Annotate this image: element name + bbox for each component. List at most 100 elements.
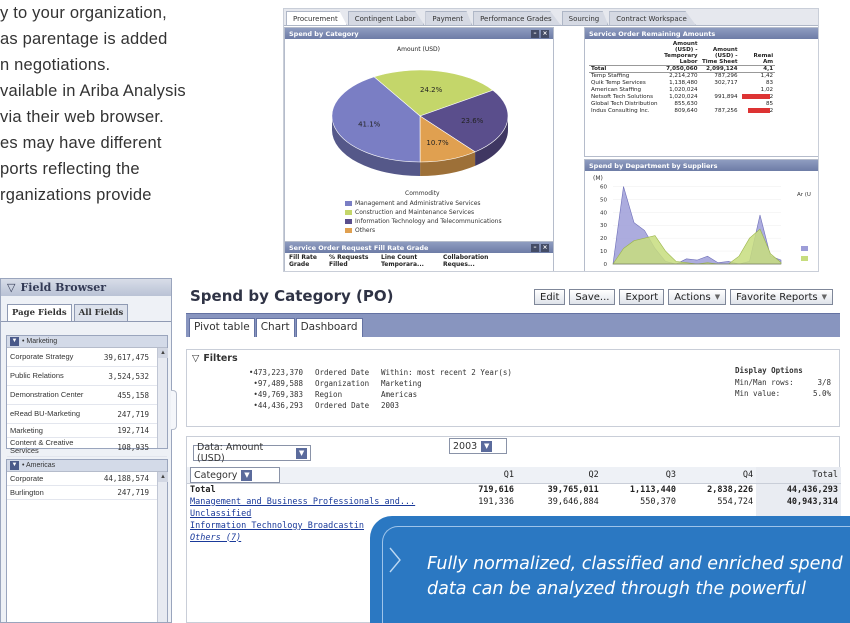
tab-chart[interactable]: Chart — [255, 318, 295, 337]
min-value-value: 5.0% — [812, 389, 831, 398]
filter-row[interactable]: •44,436,293 Ordered Date 2003 — [197, 401, 399, 410]
field-value-row[interactable]: Corporate Strategy 39,617,475 — [7, 348, 167, 367]
table-cell: 2 — [740, 94, 776, 101]
table-cell: Temp Staffing — [591, 73, 630, 80]
pane-title: Service Order Request Fill Rate Grade — [289, 243, 429, 252]
pane-header: Spend by Category – × — [285, 28, 553, 39]
group-header[interactable]: ▼ • Americas — [7, 460, 167, 472]
min-max-rows-label: Min/Man rows: — [735, 378, 794, 387]
dashboard-tab[interactable]: Contingent Labor — [347, 11, 425, 25]
export-button[interactable]: Export — [619, 289, 665, 305]
dashboard-tab[interactable]: Sourcing — [561, 11, 609, 25]
category-select-value: Category — [194, 469, 238, 481]
close-icon[interactable]: × — [541, 243, 549, 252]
scrollbar[interactable]: ▲ — [157, 472, 168, 622]
column-header[interactable]: Q1 — [455, 467, 518, 484]
minimize-icon[interactable]: – — [531, 243, 539, 252]
expand-icon[interactable]: ▼ — [10, 461, 19, 470]
table-cell: 1,113,440 — [629, 484, 676, 495]
chevron-down-icon: ▼ — [821, 293, 828, 301]
chevron-down-icon[interactable]: ▼ — [296, 447, 307, 459]
chevron-down-icon[interactable]: ▼ — [481, 440, 493, 452]
group-header[interactable]: ▼ • Marketing — [7, 336, 167, 348]
field-value-amount: 247,719 — [117, 409, 149, 419]
chart-label: Amount (USD) — [397, 46, 440, 53]
side-label: Ar (U — [797, 192, 811, 198]
field-value-row[interactable]: Demonstration Center 455,158 — [7, 386, 167, 405]
field-value-row[interactable]: Content & Creative Services 108,935 — [7, 438, 167, 457]
field-value-amount: 3,524,532 — [108, 371, 149, 381]
minimize-icon[interactable]: – — [531, 29, 539, 38]
y-tick-label: 0 — [604, 262, 608, 268]
table-row: American Staffing 1,020,024 1,02 — [589, 87, 775, 94]
field-browser-header[interactable]: ▽ Field Browser — [1, 279, 171, 296]
field-value-row[interactable]: Public Relations 3,524,532 — [7, 367, 167, 386]
field-value-row[interactable]: Marketing 192,714 — [7, 424, 167, 438]
table-row: Total 7,050,060 2,099,124 4,1 — [589, 65, 776, 73]
pane-title: Service Order Remaining Amounts — [589, 29, 716, 38]
save-button[interactable]: Save... — [569, 289, 616, 305]
table-cell: 1,020,024 — [669, 87, 698, 93]
cell-value: 2 — [769, 94, 774, 100]
actions-menu-button[interactable]: Actions ▼ — [668, 289, 727, 305]
table-cell: 1,138,480 — [669, 80, 698, 86]
dashboard-tab[interactable]: Performance Grades — [473, 11, 561, 25]
table-header-cell: Remai Am — [753, 53, 774, 65]
cell-value: 1,02 — [760, 87, 774, 93]
tab-page-fields[interactable]: Page Fields — [7, 304, 72, 321]
filters-header[interactable]: ▽ Filters — [187, 350, 839, 367]
table-cell: 550,370 — [640, 496, 676, 507]
display-options-title[interactable]: Display Options — [735, 366, 831, 375]
pie-slice-label: 23.6% — [461, 117, 484, 125]
field-value-label: Marketing — [10, 425, 43, 435]
expand-icon[interactable]: ▼ — [10, 337, 19, 346]
row-label-link[interactable]: Management and Business Professionals an… — [187, 496, 455, 508]
dashboard-tab[interactable]: Procurement — [286, 11, 347, 25]
tab-pivot-table[interactable]: Pivot table — [189, 318, 255, 337]
column-header[interactable]: Q3 — [601, 467, 679, 484]
prose-line: y to your organization, — [0, 4, 167, 22]
scroll-up-icon[interactable]: ▲ — [158, 348, 168, 358]
field-value-row[interactable]: eRead BU-Marketing 247,719 — [7, 405, 167, 424]
tab-dashboard[interactable]: Dashboard — [295, 318, 363, 337]
favorite-reports-button[interactable]: Favorite Reports ▼ — [730, 289, 834, 305]
filter-amount: •49,769,383 — [253, 390, 303, 399]
legend-swatch — [345, 201, 352, 206]
callout-box: Fully normalized, classified and enriche… — [370, 516, 850, 623]
field-value-amount: 44,188,574 — [103, 474, 149, 483]
table-cell: 2,214,270 — [669, 73, 698, 80]
panel-resize-handle[interactable] — [171, 390, 177, 430]
year-select[interactable]: 2003 ▼ — [449, 438, 507, 454]
column-header[interactable]: Total — [756, 467, 841, 484]
column-header[interactable]: Q2 — [517, 467, 602, 484]
dashboard-tab[interactable]: Contract Workspace — [609, 11, 696, 25]
negative-bar — [741, 94, 770, 99]
spend-by-category-pane: Spend by Category – × Amount (USD) 24.2% 2… — [284, 27, 554, 247]
scroll-up-icon[interactable]: ▲ — [158, 472, 168, 482]
prose-line: es may have different — [0, 134, 162, 152]
table-cell: 2,099,124 — [699, 65, 740, 73]
actions-label: Actions — [674, 291, 711, 303]
table-header-cell: Fill Rate Grade — [289, 254, 317, 268]
close-icon[interactable]: × — [541, 29, 549, 38]
column-header[interactable]: Q4 — [678, 467, 757, 484]
filter-row[interactable]: •97,489,588 Organization Marketing — [197, 379, 421, 388]
collapse-icon[interactable]: ▽ — [192, 353, 199, 364]
tab-all-fields[interactable]: All Fields — [73, 304, 129, 321]
dashboard-tab[interactable]: Payment — [425, 11, 473, 25]
prose-line: as parentage is added — [0, 30, 168, 48]
cell-value: 2 — [769, 108, 774, 114]
chevron-down-icon[interactable]: ▼ — [241, 469, 253, 481]
field-browser-title: Field Browser — [20, 281, 107, 294]
field-value-row[interactable]: Corporate 44,188,574 — [7, 472, 167, 486]
collapse-icon[interactable]: ▽ — [7, 281, 15, 294]
filter-row[interactable]: •473,223,370 Ordered Date Within: most rec… — [197, 368, 512, 377]
filter-row[interactable]: •49,769,383 Region Americas — [197, 390, 417, 399]
field-value-row[interactable]: Burlington 247,719 — [7, 486, 167, 500]
scrollbar[interactable]: ▲ — [157, 348, 168, 448]
table-cell: 2,838,226 — [707, 484, 754, 495]
data-measure-select[interactable]: Data: Amount (USD) ▼ — [193, 442, 311, 464]
edit-button[interactable]: Edit — [534, 289, 566, 305]
category-select[interactable]: Category ▼ — [190, 467, 280, 483]
area-chart: (M) 60 50 40 30 20 10 0 Ar (U — [593, 175, 811, 268]
